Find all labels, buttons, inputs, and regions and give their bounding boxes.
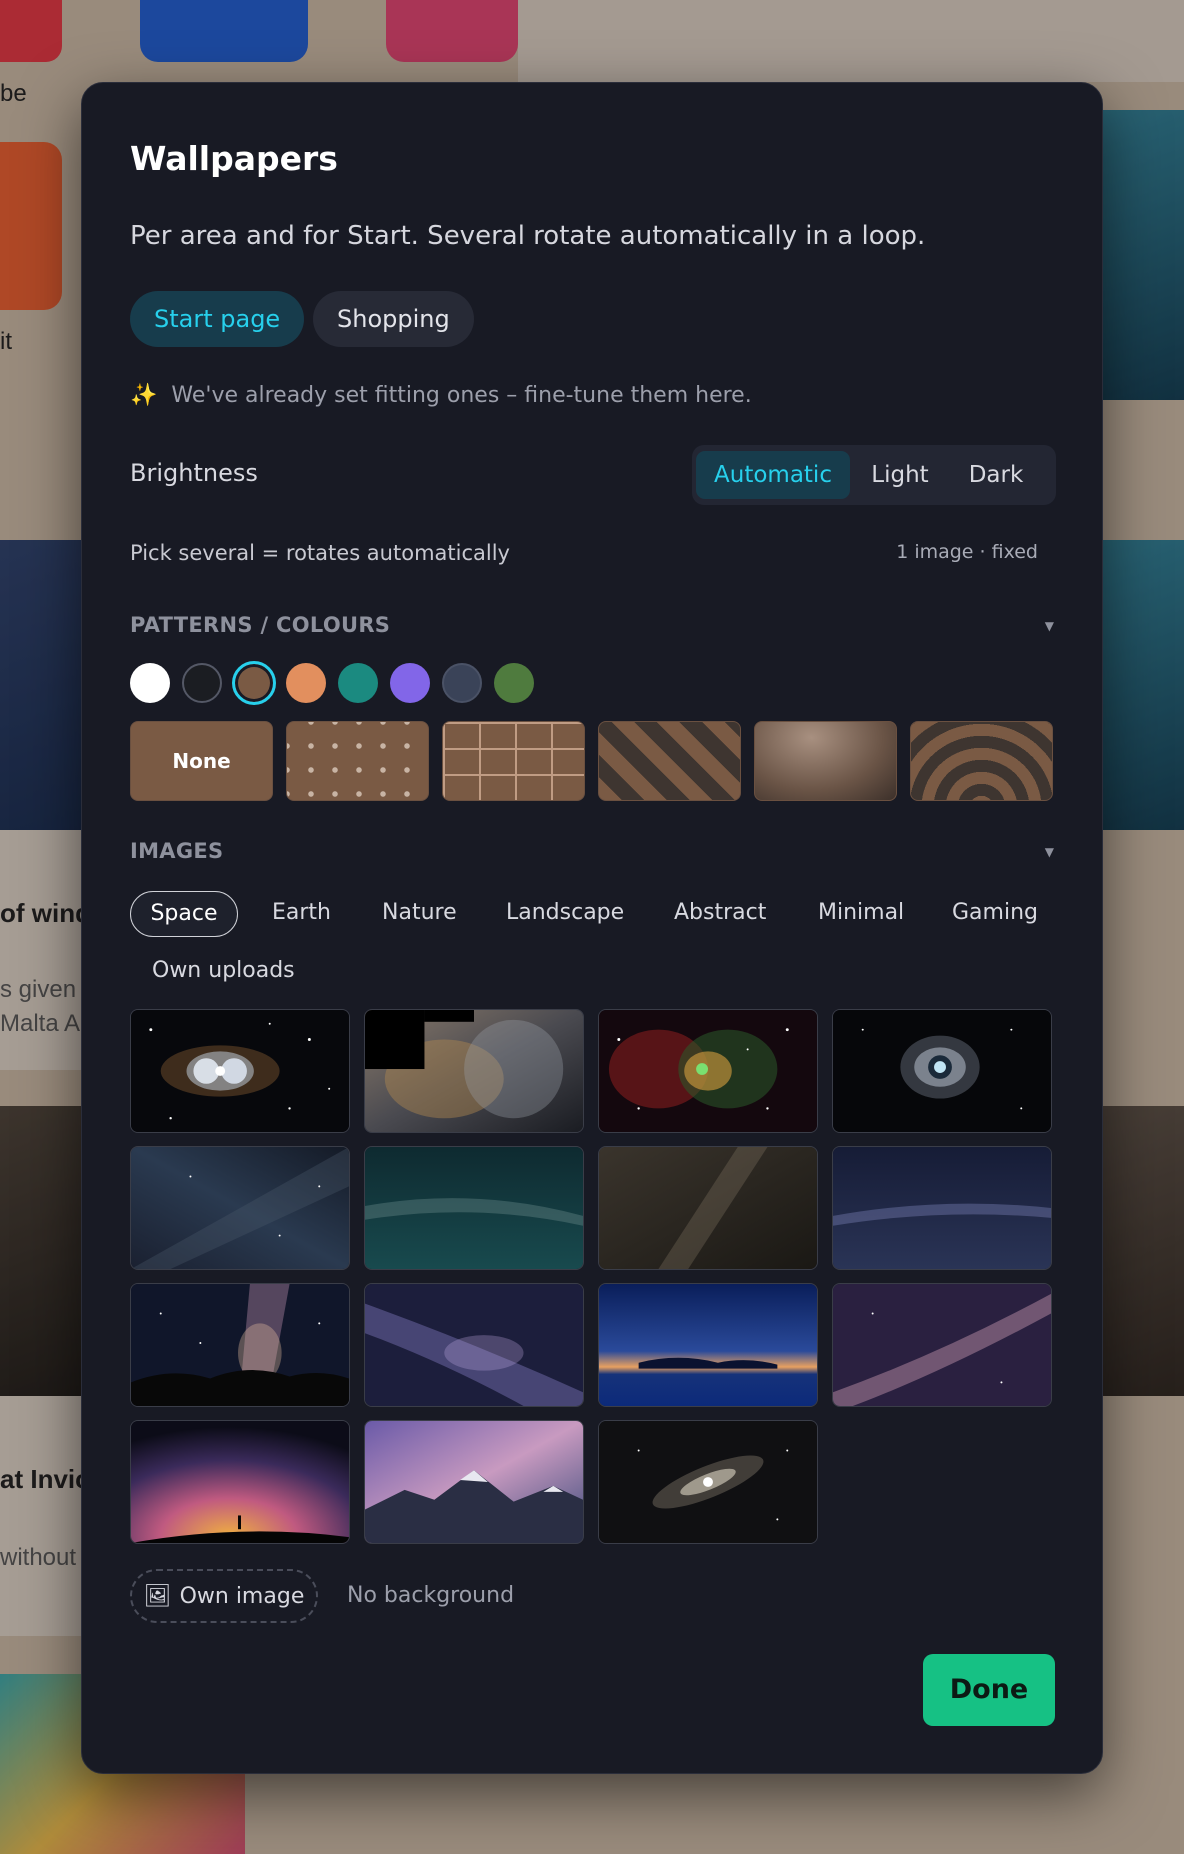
color-swatch-white[interactable] — [130, 663, 170, 703]
category-landscape[interactable]: Landscape — [506, 891, 624, 937]
color-swatch-slate[interactable] — [442, 663, 482, 703]
pattern-none-tile[interactable]: None — [130, 721, 273, 801]
dialog-subtitle: Per area and for Start. Several rotate a… — [130, 221, 926, 251]
brightness-label: Brightness — [130, 459, 258, 487]
wallpaper-thumbnail[interactable] — [364, 1146, 584, 1270]
wallpaper-thumbnail[interactable] — [598, 1009, 818, 1133]
wallpaper-thumbnail[interactable] — [364, 1420, 584, 1544]
done-button[interactable]: Done — [923, 1654, 1055, 1726]
brightness-light-button[interactable]: Light — [864, 451, 936, 499]
wallpaper-thumbnail[interactable] — [832, 1009, 1052, 1133]
category-minimal[interactable]: Minimal — [818, 891, 904, 937]
sparkles-icon: ✨ — [130, 383, 158, 408]
wallpaper-thumbnail[interactable] — [130, 1283, 350, 1407]
pattern-grid-tile[interactable] — [442, 721, 585, 801]
wallpaper-thumbnail[interactable] — [598, 1420, 818, 1544]
pattern-rings-tile[interactable] — [910, 721, 1053, 801]
category-earth[interactable]: Earth — [272, 891, 331, 937]
category-gaming[interactable]: Gaming — [952, 891, 1038, 937]
category-nature[interactable]: Nature — [382, 891, 457, 937]
pattern-stripes-tile[interactable] — [598, 721, 741, 801]
own-image-button[interactable]: 🖼 Own image — [130, 1569, 318, 1623]
wallpaper-thumbnail[interactable] — [832, 1146, 1052, 1270]
pattern-dots-tile[interactable] — [286, 721, 429, 801]
wallpaper-thumbnail[interactable] — [598, 1146, 818, 1270]
wallpaper-thumbnail[interactable] — [832, 1283, 1052, 1407]
pick-several-label: Pick several = rotates automatically — [130, 541, 510, 565]
color-swatch-black[interactable] — [182, 663, 222, 703]
patterns-section-heading[interactable]: PATTERNS / COLOURS — [130, 613, 390, 637]
caret-down-icon[interactable]: ▼ — [1045, 619, 1054, 633]
category-space[interactable]: Space — [130, 891, 238, 937]
color-swatch-purple[interactable] — [390, 663, 430, 703]
no-background-button[interactable]: No background — [347, 1583, 514, 1608]
category-abstract[interactable]: Abstract — [674, 891, 766, 937]
tab-shopping[interactable]: Shopping — [313, 291, 474, 347]
tab-start-page[interactable]: Start page — [130, 291, 305, 347]
images-section-heading[interactable]: IMAGES — [130, 839, 223, 863]
wallpaper-thumbnail[interactable] — [364, 1009, 584, 1133]
selection-count-info: 1 image · fixed — [896, 541, 1038, 563]
caret-down-icon[interactable]: ▼ — [1045, 845, 1054, 859]
wallpapers-dialog: Wallpapers Per area and for Start. Sever… — [81, 82, 1103, 1774]
image-frame-icon: 🖼 — [143, 1583, 172, 1609]
category-own-uploads[interactable]: Own uploads — [152, 949, 295, 995]
brightness-dark-button[interactable]: Dark — [956, 451, 1036, 499]
wallpaper-thumbnail[interactable] — [598, 1283, 818, 1407]
wallpaper-thumbnail[interactable] — [130, 1146, 350, 1270]
hint-text: We've already set fitting ones – fine-tu… — [171, 383, 752, 408]
wallpaper-thumbnail[interactable] — [130, 1420, 350, 1544]
wallpaper-thumbnail[interactable] — [130, 1009, 350, 1133]
own-image-label: Own image — [179, 1583, 305, 1609]
color-swatch-green[interactable] — [494, 663, 534, 703]
hint-row: ✨ We've already set fitting ones – fine-… — [130, 383, 752, 408]
color-swatch-teal[interactable] — [338, 663, 378, 703]
color-swatch-orange[interactable] — [286, 663, 326, 703]
brightness-automatic-button[interactable]: Automatic — [696, 451, 850, 499]
pattern-gradient-tile[interactable] — [754, 721, 897, 801]
color-swatch-brown-selected[interactable] — [232, 661, 276, 705]
dialog-title: Wallpapers — [130, 139, 338, 178]
brightness-segmented-control: Automatic Light Dark — [692, 445, 1056, 505]
wallpaper-thumbnail[interactable] — [364, 1283, 584, 1407]
